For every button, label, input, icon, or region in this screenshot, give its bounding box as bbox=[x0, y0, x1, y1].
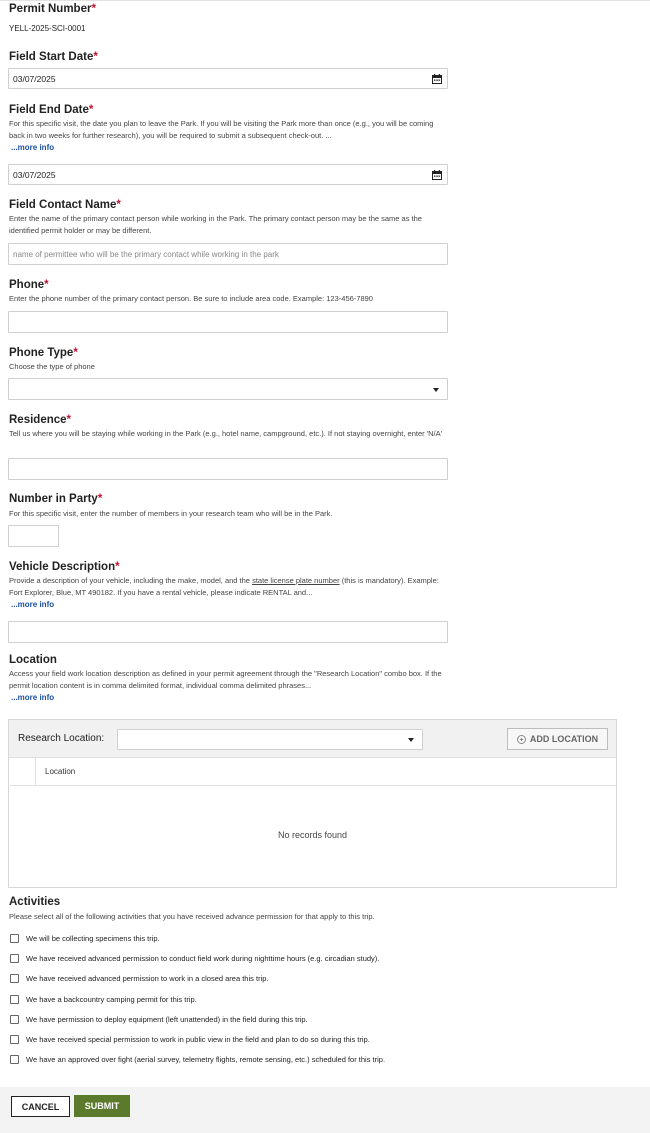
field-contact-name-help: Enter the name of the primary contact pe… bbox=[9, 214, 422, 235]
vehicle-description-input[interactable] bbox=[8, 621, 448, 643]
field-start-date-label: Field Start Date* bbox=[9, 51, 98, 63]
activity-checkbox[interactable] bbox=[10, 1035, 19, 1044]
phone-type-select[interactable] bbox=[8, 378, 448, 400]
activity-checkbox[interactable] bbox=[10, 934, 19, 943]
research-location-combobox[interactable] bbox=[117, 729, 423, 750]
activity-checkbox[interactable] bbox=[10, 974, 19, 983]
vehicle-description-label: Vehicle Description* bbox=[9, 561, 120, 573]
cancel-button[interactable]: CANCEL bbox=[11, 1096, 70, 1117]
activity-label: We have an approved over fight (aerial s… bbox=[26, 1055, 386, 1064]
field-contact-name-placeholder: name of permittee who will be the primar… bbox=[13, 250, 279, 259]
add-location-button-label: ADD LOCATION bbox=[529, 734, 599, 744]
research-location-panel: Research Location: ADD LOCATION Location… bbox=[8, 719, 617, 888]
activity-label: We have received advanced permission to … bbox=[26, 954, 380, 963]
top-divider bbox=[0, 0, 650, 1]
number-in-party-input[interactable] bbox=[8, 525, 59, 547]
chevron-down-icon[interactable] bbox=[433, 388, 439, 392]
field-end-date-value: 03/07/2025 bbox=[13, 170, 56, 180]
field-end-date-label: Field End Date* bbox=[9, 104, 94, 116]
activity-checkbox[interactable] bbox=[10, 1055, 19, 1064]
add-location-button[interactable]: ADD LOCATION bbox=[507, 728, 608, 750]
phone-help: Enter the phone number of the primary co… bbox=[9, 294, 373, 303]
field-end-date-input[interactable]: 03/07/2025 bbox=[8, 164, 448, 185]
phone-type-label: Phone Type* bbox=[9, 347, 78, 359]
field-end-date-help: For this specific visit, the date you pl… bbox=[9, 119, 434, 140]
field-start-date-value: 03/07/2025 bbox=[13, 74, 56, 84]
location-column-header[interactable]: Location bbox=[45, 767, 75, 776]
research-location-toolbar: Research Location: ADD LOCATION bbox=[9, 720, 616, 758]
activity-item[interactable]: We have received advanced permission to … bbox=[0, 953, 460, 967]
residence-label: Residence* bbox=[9, 414, 72, 426]
residence-input[interactable] bbox=[8, 458, 448, 480]
activity-label: We will be collecting specimens this tri… bbox=[26, 934, 160, 943]
permit-number-value: YELL-2025-SCI-0001 bbox=[9, 24, 86, 33]
calendar-icon[interactable] bbox=[432, 170, 442, 180]
plus-circle-icon bbox=[516, 734, 526, 744]
field-start-date-input[interactable]: 03/07/2025 bbox=[8, 68, 448, 89]
field-end-date-more-info-link[interactable]: ...more info bbox=[11, 143, 54, 152]
activity-item[interactable]: We have a backcountry camping permit for… bbox=[0, 994, 460, 1008]
activity-checkbox[interactable] bbox=[10, 995, 19, 1004]
activity-item[interactable]: We have received special permission to w… bbox=[0, 1034, 460, 1048]
phone-input[interactable] bbox=[8, 311, 448, 333]
number-in-party-label: Number in Party* bbox=[9, 493, 103, 505]
activity-item[interactable]: We have permission to deploy equipment (… bbox=[0, 1014, 460, 1028]
no-records-message: No records found bbox=[277, 830, 348, 840]
vehicle-description-help: Provide a description of your vehicle, i… bbox=[9, 576, 439, 597]
permit-number-label: Permit Number* bbox=[9, 3, 96, 15]
phone-type-help: Choose the type of phone bbox=[9, 362, 95, 371]
location-more-info-link[interactable]: ...more info bbox=[11, 693, 54, 702]
activity-item[interactable]: We have received advanced permission to … bbox=[0, 973, 460, 987]
activities-label: Activities bbox=[9, 896, 61, 908]
location-label: Location bbox=[9, 654, 57, 666]
submit-button[interactable]: SUBMIT bbox=[74, 1095, 130, 1117]
activity-label: We have received advanced permission to … bbox=[26, 974, 269, 983]
number-in-party-help: For this specific visit, enter the numbe… bbox=[9, 509, 333, 518]
activities-help: Please select all of the following activ… bbox=[9, 912, 375, 921]
location-grid-select-column bbox=[10, 758, 36, 785]
activity-item[interactable]: We will be collecting specimens this tri… bbox=[0, 933, 460, 947]
activity-label: We have received special permission to w… bbox=[26, 1035, 370, 1044]
activities-list: We will be collecting specimens this tri… bbox=[0, 933, 460, 1068]
research-location-label: Research Location: bbox=[18, 733, 105, 744]
activity-label: We have a backcountry camping permit for… bbox=[26, 995, 197, 1004]
chevron-down-icon[interactable] bbox=[408, 738, 414, 742]
residence-help: Tell us where you will be staying while … bbox=[9, 429, 443, 438]
activity-label: We have permission to deploy equipment (… bbox=[26, 1015, 308, 1024]
calendar-icon[interactable] bbox=[432, 74, 442, 84]
location-help: Access your field work location descript… bbox=[9, 669, 442, 690]
form-footer: CANCEL SUBMIT bbox=[0, 1087, 650, 1133]
location-grid-header: Location bbox=[10, 758, 616, 786]
phone-label: Phone* bbox=[9, 279, 49, 291]
activity-checkbox[interactable] bbox=[10, 1015, 19, 1024]
vehicle-description-more-info-link[interactable]: ...more info bbox=[11, 600, 54, 609]
activity-item[interactable]: We have an approved over fight (aerial s… bbox=[0, 1054, 460, 1068]
activity-checkbox[interactable] bbox=[10, 954, 19, 963]
state-license-plate-link[interactable]: state license plate number bbox=[252, 576, 340, 585]
field-contact-name-input[interactable]: name of permittee who will be the primar… bbox=[8, 243, 448, 265]
field-contact-name-label: Field Contact Name* bbox=[9, 199, 121, 211]
